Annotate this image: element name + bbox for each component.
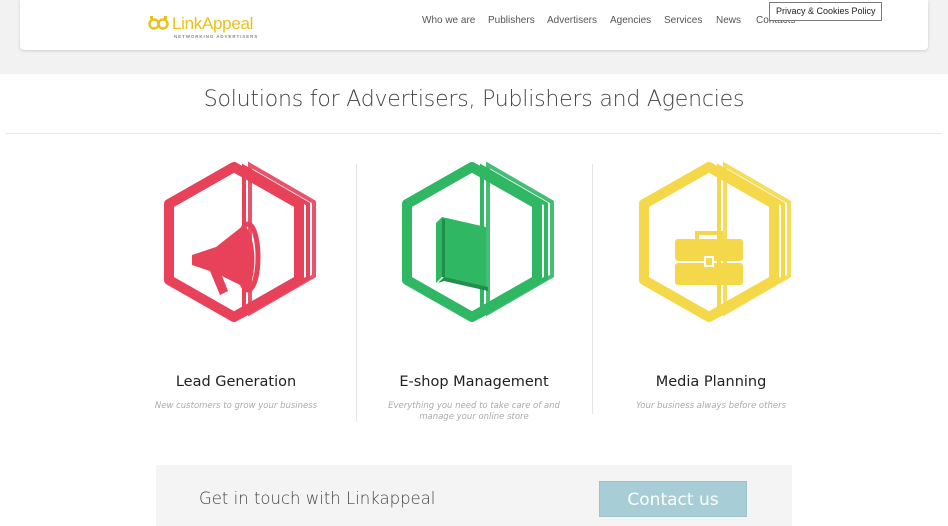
logo-tagline: NETWORKING ADVERTISERS — [174, 34, 259, 39]
megaphone-icon — [192, 221, 261, 295]
nav-advertisers[interactable]: Advertisers — [547, 15, 597, 26]
column-divider — [356, 164, 357, 422]
column-divider — [592, 164, 593, 414]
book-icon — [436, 217, 488, 291]
contact-us-button[interactable]: Contact us — [599, 481, 747, 517]
briefcase-icon — [675, 231, 743, 285]
service-title: Media Planning — [655, 374, 767, 390]
contact-banner: Get in touch with Linkappeal Contact us — [156, 465, 792, 526]
service-title: Lead Generation — [175, 374, 297, 390]
page-title: Solutions for Advertisers, Publishers an… — [203, 87, 745, 112]
service-title: E-shop Management — [399, 374, 549, 390]
hexagon-badge — [639, 161, 791, 322]
service-description: Your business always before others — [636, 401, 786, 411]
title-divider — [6, 133, 942, 134]
contact-banner-text: Get in touch with Linkappeal — [199, 489, 436, 508]
privacy-cookies-policy-link[interactable]: Privacy & Cookies Policy — [769, 2, 882, 21]
hexagon-badge — [402, 161, 554, 322]
nav-agencies[interactable]: Agencies — [610, 15, 651, 26]
nav-publishers[interactable]: Publishers — [488, 15, 535, 26]
nav-who-we-are[interactable]: Who we are — [422, 15, 475, 26]
service-description: Everything you need to take care of and … — [388, 401, 560, 422]
hexagon-badge — [164, 161, 316, 322]
nav-services[interactable]: Services — [664, 15, 702, 26]
service-description: New customers to grow your business — [154, 401, 318, 411]
nav-news[interactable]: News — [716, 15, 741, 26]
